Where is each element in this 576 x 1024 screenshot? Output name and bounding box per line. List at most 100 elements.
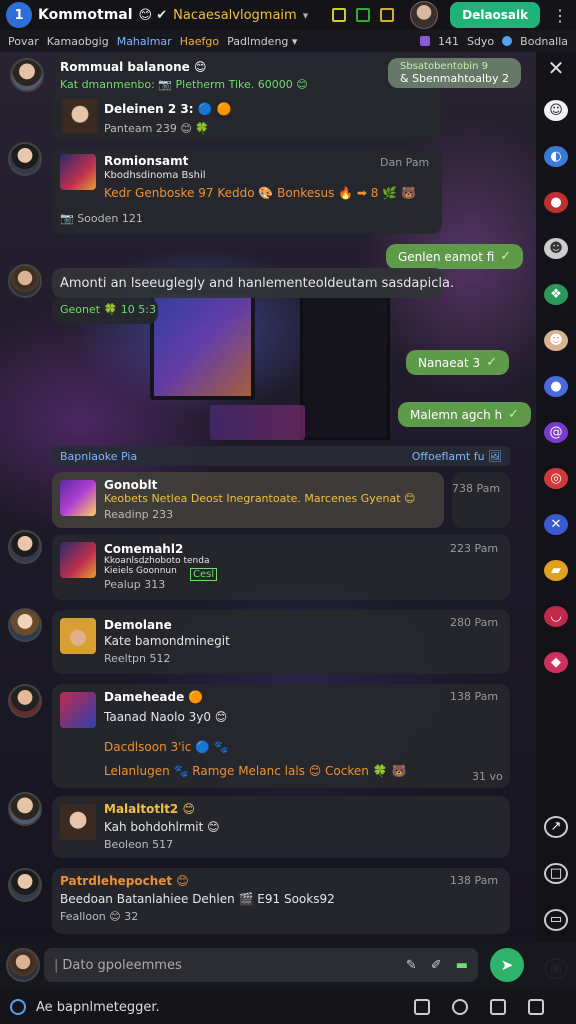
avatar[interactable]	[8, 608, 42, 642]
timestamp: 738 Pam	[452, 482, 501, 495]
quoted-meta: Panteam 239 😊 🍀	[104, 122, 210, 135]
badge: Cesl	[190, 568, 218, 581]
message-text: Kbodhsdinoma Bshil	[104, 170, 206, 181]
game-icon[interactable]: ●	[544, 192, 568, 213]
avatar[interactable]	[10, 58, 44, 92]
sender-name[interactable]: Malaltotlt2 😊	[104, 802, 195, 816]
thumbnail[interactable]	[60, 692, 96, 728]
info-icon[interactable]	[502, 36, 513, 46]
chat-title[interactable]: Kommotmal	[38, 7, 133, 23]
lips-icon[interactable]: ◡	[544, 606, 568, 627]
search-icon[interactable]	[452, 999, 468, 1015]
avatar[interactable]	[8, 264, 42, 298]
send-button[interactable]: ➤	[490, 948, 524, 982]
divider-right[interactable]: Offoeflamt fu 🖼	[412, 450, 502, 463]
chat-subtitle[interactable]: Nacaesalvlogmaim	[173, 8, 297, 23]
background-monitor	[150, 290, 255, 400]
thumbnail[interactable]	[60, 618, 96, 654]
swirl-icon[interactable]: @	[544, 422, 568, 443]
sender-name[interactable]: Comemahl2	[104, 542, 183, 556]
sender-name[interactable]: Gonoblt	[104, 478, 157, 492]
emoji-icon[interactable]: ✐	[431, 958, 442, 973]
outgoing-message[interactable]: Nanaeat 3 ✓	[406, 350, 510, 375]
sender-name[interactable]: Demolane	[104, 618, 172, 632]
folder-icon[interactable]	[419, 36, 430, 46]
cursor-icon: |	[54, 957, 59, 973]
outgoing-message[interactable]: Malemn agch h ✓	[398, 402, 532, 427]
globe-icon[interactable]: ◐	[544, 146, 568, 167]
message-text: Lelanlugen 🐾 Ramge Melanc lals 😊 Cocken …	[104, 764, 407, 778]
outgoing-line1: Sbsatobentobin 9	[400, 61, 488, 72]
archive-icon[interactable]: ▭	[544, 909, 568, 931]
chat-icon[interactable]	[356, 8, 371, 22]
quoted-name: Deleinen 2 3: 🔵 🟠	[104, 102, 232, 116]
message-input[interactable]: | Dato gpoleemmes ✎ ✐ ▬	[44, 948, 478, 982]
thumbnail[interactable]	[60, 480, 96, 516]
tab-0[interactable]: Povar	[8, 35, 39, 48]
input-tools: ✎ ✐ ▬	[406, 958, 468, 973]
thumbnail[interactable]	[60, 154, 96, 190]
avatar[interactable]	[8, 530, 42, 564]
square-icon[interactable]: □	[544, 862, 568, 884]
tab-4[interactable]: Padlmdeng ▾	[227, 35, 297, 48]
grid-icon[interactable]	[332, 8, 347, 22]
message-text: Keobets Netlea Deost Inegrantoate. Marce…	[104, 492, 416, 505]
close-icon[interactable]: ✕	[548, 56, 565, 80]
profile-icon[interactable]: ☻	[544, 238, 568, 259]
divider-left[interactable]: Bapnlaoke Pia	[60, 450, 137, 463]
timestamp: 31 vo	[472, 770, 503, 783]
tab-1[interactable]: Kamaobgig	[47, 35, 109, 48]
avatar[interactable]	[8, 142, 42, 176]
shield-icon[interactable]	[490, 999, 506, 1015]
tab-3[interactable]: Haefgo	[180, 35, 219, 48]
message-text: Kah bohdohlrmit 😊	[104, 820, 220, 834]
outgoing-message[interactable]: Genlen eamot fi ✓	[386, 244, 524, 269]
message-meta: Fealloon 😊 32	[60, 910, 139, 923]
sender-name[interactable]: Romionsamt	[104, 154, 188, 168]
target-icon[interactable]: ◎	[544, 468, 568, 489]
composer-avatar[interactable]	[6, 948, 40, 982]
background-keyboard	[210, 405, 305, 440]
tools-icon[interactable]: ✕	[544, 514, 568, 535]
leaf-icon[interactable]: ❖	[544, 284, 568, 305]
tab-2[interactable]: Mahalmar	[117, 35, 172, 48]
tag-rail-icon[interactable]: ◆	[544, 652, 568, 673]
avatar[interactable]	[8, 792, 42, 826]
chevron-down-icon[interactable]: ▾	[303, 9, 309, 22]
sender-name[interactable]: Dameheade 🟠	[104, 690, 203, 704]
thumbnail[interactable]	[60, 804, 96, 840]
calendar-icon[interactable]	[414, 999, 430, 1015]
right-rail: ✕ ☺ ◐ ● ☻ ❖ ☻ ● @ ◎ ✕ ▰ ◡ ◆ ↗ □ ▭ ▣	[536, 52, 576, 992]
user-avatar[interactable]	[410, 1, 439, 29]
folder-rail-icon[interactable]: ▰	[544, 560, 568, 581]
avatar[interactable]	[8, 868, 42, 902]
record-icon[interactable]	[10, 999, 26, 1015]
sender-name[interactable]: Rommual balanone 😊	[60, 60, 206, 74]
sender-name[interactable]: Patrdlehepochet 😊	[60, 874, 189, 888]
message-meta: Pealup 313	[104, 578, 166, 591]
title-emoji: 😊 ✔	[138, 7, 168, 23]
app-icon[interactable]: 1	[6, 2, 32, 28]
contact-icon[interactable]: ☻	[544, 330, 568, 351]
filter-bar: Povar Kamaobgig Mahalmar Haefgo Padlmden…	[0, 30, 576, 52]
smile-icon[interactable]: ☺	[544, 100, 568, 121]
settings-label[interactable]: Bodnalla	[520, 35, 568, 48]
pin-icon[interactable]: ↗	[544, 816, 568, 838]
circle-icon[interactable]: ●	[544, 376, 568, 397]
more-icon[interactable]: ⋮	[552, 6, 568, 25]
attach-icon[interactable]: ✎	[406, 958, 417, 973]
thumbnail[interactable]	[62, 98, 98, 134]
avatar[interactable]	[8, 684, 42, 718]
gif-icon[interactable]: ▬	[456, 958, 468, 973]
message-meta: Geonet 🍀 10 5:3	[60, 303, 156, 316]
background-monitor-dark	[300, 290, 390, 440]
message-text: Beedoan Batanlahiee Dehlen 🎬 E91 Sooks92	[60, 892, 335, 906]
sync-label[interactable]: Sdyo	[467, 35, 494, 48]
message-meta: 📷 Sooden 121	[60, 212, 143, 225]
primary-action-button[interactable]: Delaosalk	[450, 2, 541, 28]
check-icon: ✓	[508, 407, 520, 422]
thumbnail[interactable]	[60, 542, 96, 578]
outgoing-message[interactable]: Sbsatobentobin 9 & Sbenmahtoalby 2	[388, 58, 522, 88]
share-icon[interactable]	[528, 999, 544, 1015]
tag-icon[interactable]	[380, 8, 395, 22]
